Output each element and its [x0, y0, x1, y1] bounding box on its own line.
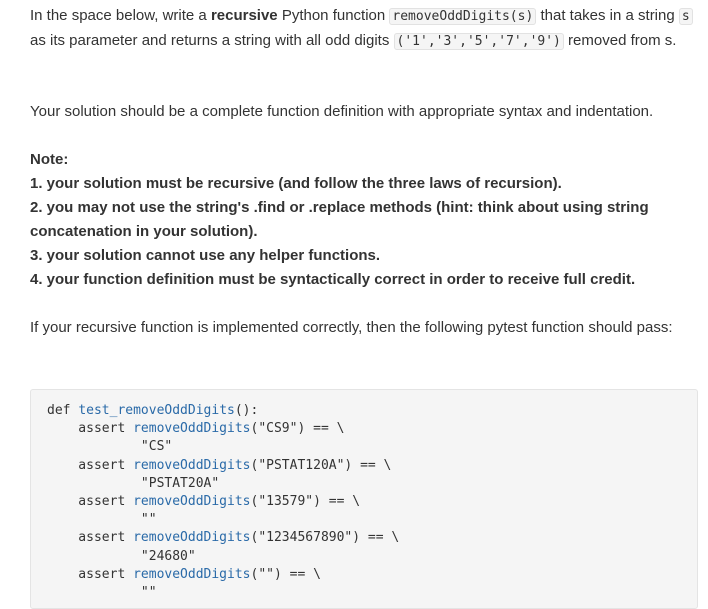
code-line-expected: "" — [47, 512, 157, 528]
intro-text: that takes in a string — [536, 7, 679, 24]
code-line-def: def test_removeOddDigits(): — [47, 402, 399, 420]
def-tail: (): — [234, 403, 259, 418]
intro-bold-recursive: recursive — [210, 7, 278, 24]
note-item-4: 4. your function definition must be synt… — [30, 271, 636, 288]
code-line-assert: assert removeOddDigits("1234567890") == … — [47, 529, 399, 547]
code-line-assert: assert removeOddDigits("") == \ — [47, 566, 399, 584]
intro-text: removed from s. — [563, 32, 677, 49]
note-item-1: 1. your solution must be recursive (and … — [30, 175, 562, 192]
call-args: ("13579") == \ — [250, 494, 361, 510]
call-args: ("CS9") == \ — [250, 421, 345, 437]
code-line-assert: assert removeOddDigits("PSTAT120A") == \ — [47, 457, 399, 475]
call-name: removeOddDigits — [133, 421, 251, 437]
code-line-expected: "CS" — [47, 439, 173, 455]
call-args: ("") == \ — [250, 566, 321, 582]
code-line-expected: "" — [47, 585, 157, 601]
intro-text: In the space below, write a — [30, 7, 211, 24]
call-name: removeOddDigits — [133, 566, 251, 582]
def-keyword: def — [47, 403, 79, 418]
pytest-instructions: If your recursive function is implemente… — [30, 319, 673, 336]
call-args: ("PSTAT120A") == \ — [250, 457, 392, 473]
code-block: def test_removeOddDigits(): assert remov… — [30, 389, 698, 609]
solution-instructions: Your solution should be a complete funct… — [30, 103, 654, 120]
call-args: ("1234567890") == \ — [250, 530, 400, 546]
code-line-expected: "24680" — [47, 548, 196, 564]
note-item-2: 2. you may not use the string's .find or… — [30, 199, 649, 240]
call-name: removeOddDigits — [133, 530, 251, 546]
note-item-3: 3. your solution cannot use any helper f… — [30, 247, 381, 264]
question-page: In the space below, write a recursive Py… — [0, 0, 708, 609]
intro-paragraph: In the space below, write a recursive Py… — [30, 4, 698, 54]
assert-keyword: assert — [47, 494, 134, 510]
assert-keyword: assert — [47, 530, 134, 546]
assert-keyword: assert — [47, 566, 134, 582]
note-heading: Note: — [30, 151, 69, 168]
odd-digits-code: ('1','3','5','7','9') — [393, 33, 564, 50]
parameter-code: s — [678, 8, 693, 25]
note-section: Note: 1. your solution must be recursive… — [30, 148, 698, 292]
call-name: removeOddDigits — [133, 494, 251, 510]
function-signature-code: removeOddDigits(s) — [389, 8, 537, 25]
call-name: removeOddDigits — [133, 457, 251, 473]
code-line-assert: assert removeOddDigits("13579") == \ — [47, 493, 399, 511]
intro-text: Python function — [277, 7, 390, 24]
intro-text: as its parameter and returns a string wi… — [30, 32, 394, 49]
assert-keyword: assert — [47, 421, 134, 437]
code-line-assert: assert removeOddDigits("CS9") == \ — [47, 420, 399, 438]
assert-keyword: assert — [47, 457, 134, 473]
code-line-expected: "PSTAT20A" — [47, 475, 220, 491]
test-function-name: test_removeOddDigits — [78, 403, 235, 418]
code-listing: def test_removeOddDigits(): assert remov… — [47, 402, 399, 602]
